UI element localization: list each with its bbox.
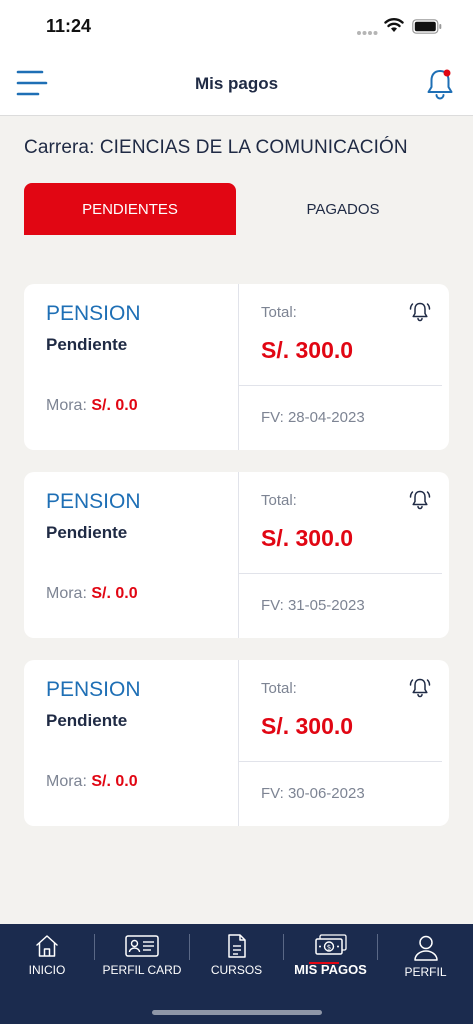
- payment-mora: Mora: S/. 0.0: [46, 397, 138, 415]
- payment-state: Pendiente: [46, 523, 128, 542]
- mora-value: S/. 0.0: [91, 585, 138, 602]
- payment-card[interactable]: PENSION Pendiente Mora: S/. 0.0 Total: S…: [24, 660, 449, 826]
- mora-value: S/. 0.0: [91, 397, 138, 414]
- nav-label: INICIO: [28, 963, 66, 977]
- bottom-nav: INICIO PERFIL CARD CURSOS $ MIS PAGOS PE…: [0, 924, 473, 1024]
- money-icon: $: [314, 934, 347, 955]
- payment-concept: PENSION: [46, 490, 141, 513]
- active-tab-indicator: [309, 962, 339, 964]
- battery-icon: [412, 19, 442, 34]
- svg-text:$: $: [326, 944, 330, 952]
- mora-value: S/. 0.0: [91, 773, 138, 790]
- bell-icon: [427, 69, 453, 100]
- payment-card-info: PENSION Pendiente Mora: S/. 0.0: [24, 472, 238, 638]
- payment-card-info: PENSION Pendiente Mora: S/. 0.0: [24, 660, 238, 826]
- wifi-icon: [384, 18, 404, 32]
- career-title: Carrera: CIENCIAS DE LA COMUNICACIÓN: [24, 137, 408, 158]
- mora-label: Mora:: [46, 773, 87, 790]
- alarm-icon[interactable]: [409, 488, 431, 510]
- payment-concept: PENSION: [46, 302, 141, 325]
- alarm-icon[interactable]: [409, 300, 431, 322]
- payment-state: Pendiente: [46, 711, 128, 730]
- nav-label: CURSOS: [210, 963, 263, 977]
- due-date: FV: 28-04-2023: [261, 409, 365, 426]
- due-date: FV: 30-06-2023: [261, 785, 365, 802]
- card-divider: [238, 284, 239, 450]
- status-bar: 11:24: [0, 0, 473, 54]
- page-title: Mis pagos: [194, 74, 279, 93]
- nav-label: PERFIL: [404, 965, 447, 979]
- tab-pendientes[interactable]: PENDIENTES: [24, 183, 236, 235]
- card-divider: [239, 385, 442, 386]
- payment-tabs: PENDIENTES PAGADOS: [24, 183, 449, 235]
- mora-label: Mora:: [46, 585, 87, 602]
- total-label: Total:: [261, 304, 297, 321]
- nav-item-perfil[interactable]: PERFIL: [378, 924, 473, 994]
- payment-concept: PENSION: [46, 678, 141, 701]
- total-value: S/. 300.0: [261, 713, 354, 739]
- tab-pagados[interactable]: PAGADOS: [237, 183, 449, 235]
- nav-item-cursos[interactable]: CURSOS: [190, 924, 283, 994]
- total-label: Total:: [261, 492, 297, 509]
- payment-state: Pendiente: [46, 335, 128, 354]
- id-card-icon: [125, 935, 159, 957]
- payment-card-info: PENSION Pendiente Mora: S/. 0.0: [24, 284, 238, 450]
- card-divider: [238, 660, 239, 826]
- nav-item-inicio[interactable]: INICIO: [0, 924, 94, 994]
- due-date: FV: 31-05-2023: [261, 597, 365, 614]
- home-icon: [36, 935, 58, 957]
- nav-label: PERFIL CARD: [102, 963, 182, 977]
- nav-label: MIS PAGOS: [294, 962, 367, 977]
- total-label: Total:: [261, 680, 297, 697]
- card-divider: [239, 573, 442, 574]
- app-header: Mis pagos: [0, 54, 473, 116]
- total-value: S/. 300.0: [261, 525, 354, 551]
- document-icon: [227, 934, 246, 958]
- payment-mora: Mora: S/. 0.0: [46, 585, 138, 603]
- mora-label: Mora:: [46, 397, 87, 414]
- notifications-button[interactable]: [424, 67, 456, 101]
- card-divider: [239, 761, 442, 762]
- payment-card[interactable]: PENSION Pendiente Mora: S/. 0.0 Total: S…: [24, 284, 449, 450]
- payment-card[interactable]: PENSION Pendiente Mora: S/. 0.0 Total: S…: [24, 472, 449, 638]
- nav-item-perfil-card[interactable]: PERFIL CARD: [95, 924, 189, 994]
- status-time: 11:24: [46, 16, 92, 36]
- alarm-icon[interactable]: [409, 676, 431, 698]
- nav-item-mis-pagos[interactable]: $ MIS PAGOS: [284, 924, 377, 994]
- home-indicator: [152, 1010, 322, 1015]
- payment-mora: Mora: S/. 0.0: [46, 773, 138, 791]
- user-icon: [413, 935, 438, 961]
- total-value: S/. 300.0: [261, 337, 354, 363]
- card-divider: [238, 472, 239, 638]
- signal-icon: [357, 31, 378, 35]
